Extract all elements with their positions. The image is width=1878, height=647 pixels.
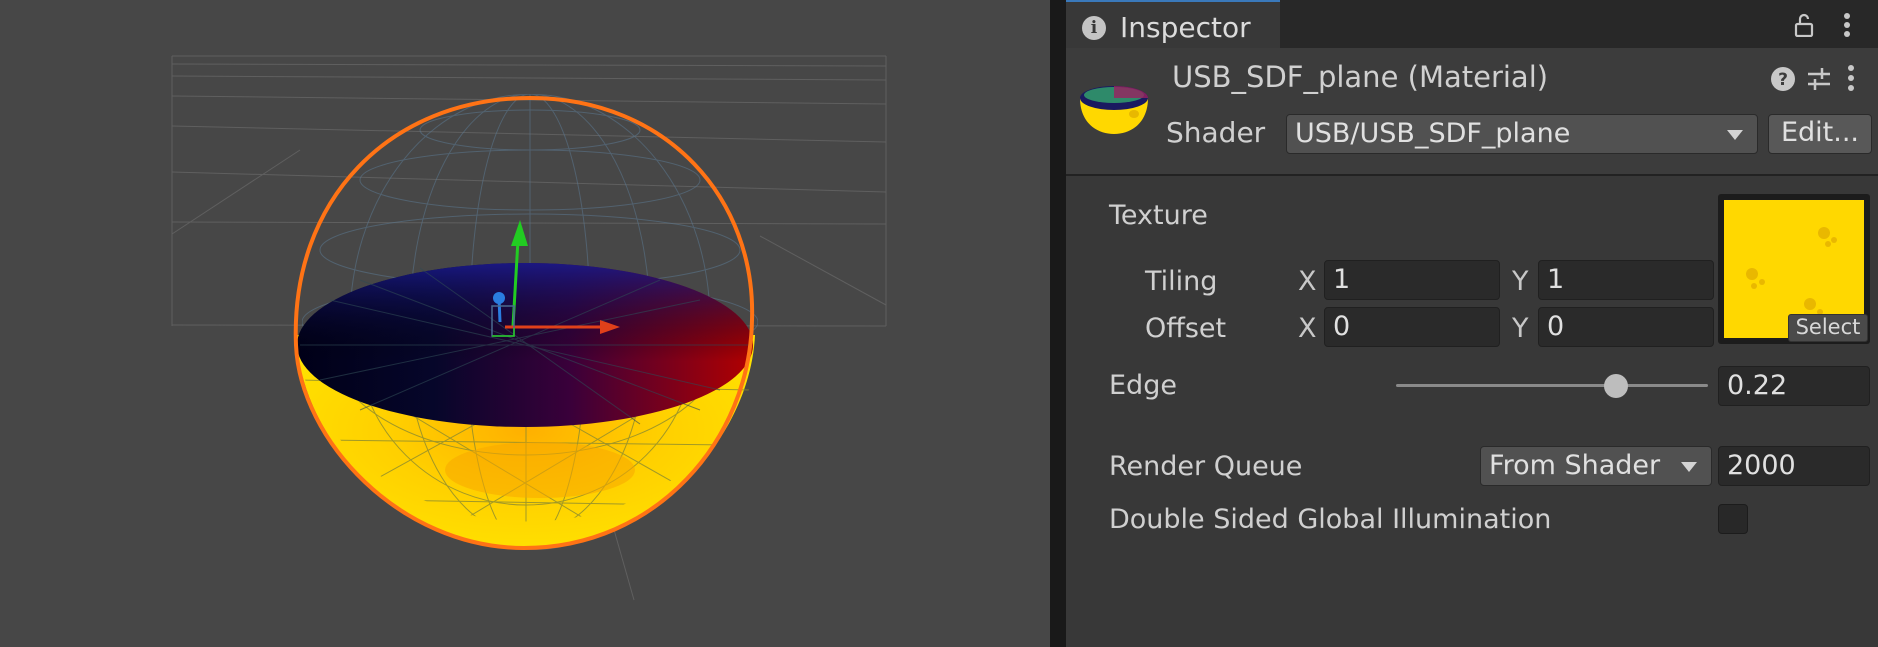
render-queue-mode: From Shader	[1489, 450, 1661, 481]
shader-label: Shader	[1166, 116, 1266, 149]
lock-icon[interactable]	[1794, 13, 1814, 37]
shader-value: USB/USB_SDF_plane	[1295, 118, 1571, 149]
edge-value: 0.22	[1727, 370, 1788, 401]
tab-bar: i Inspector	[1066, 0, 1878, 48]
offset-x-axis: X	[1298, 313, 1317, 344]
tiling-x-axis: X	[1298, 266, 1317, 297]
render-queue-value: 2000	[1727, 450, 1796, 481]
tiling-y-axis: Y	[1512, 266, 1529, 297]
tab-label: Inspector	[1120, 11, 1251, 44]
edge-label: Edge	[1109, 370, 1177, 401]
tiling-y-input[interactable]: 1	[1538, 260, 1714, 300]
offset-label: Offset	[1145, 313, 1227, 344]
offset-x-input[interactable]: 0	[1324, 307, 1500, 347]
tiling-x-value: 1	[1333, 264, 1351, 295]
texture-slot[interactable]: Select	[1718, 194, 1870, 344]
edit-shader-button[interactable]: Edit...	[1768, 114, 1872, 154]
shaded-cap	[297, 263, 753, 427]
render-queue-label: Render Queue	[1109, 451, 1303, 482]
scene-viewport[interactable]	[0, 0, 1050, 647]
tab-inspector[interactable]: i Inspector	[1066, 0, 1280, 48]
edge-value-input[interactable]: 0.22	[1718, 366, 1870, 406]
inspector-panel: i Inspector USB_SDF_plane (Material) ? S…	[1066, 0, 1878, 647]
offset-y-axis: Y	[1512, 313, 1529, 344]
help-icon[interactable]: ?	[1770, 66, 1796, 92]
svg-text:?: ?	[1778, 70, 1788, 90]
tiling-x-input[interactable]: 1	[1324, 260, 1500, 300]
kebab-menu-icon[interactable]	[1846, 64, 1856, 92]
texture-select-button[interactable]: Select	[1788, 314, 1868, 342]
info-icon: i	[1082, 16, 1106, 40]
edge-slider-thumb[interactable]	[1604, 374, 1628, 398]
dropdown-arrow-icon	[1727, 130, 1743, 140]
scene-view[interactable]	[0, 0, 1050, 647]
render-queue-dropdown[interactable]: From Shader	[1480, 446, 1712, 486]
material-header: USB_SDF_plane (Material) ? Shader USB/US…	[1066, 48, 1878, 176]
dropdown-arrow-icon	[1681, 462, 1697, 472]
shader-dropdown[interactable]: USB/USB_SDF_plane	[1286, 114, 1758, 154]
edge-slider-track[interactable]	[1396, 384, 1708, 387]
tiling-label: Tiling	[1145, 266, 1218, 297]
double-sided-gi-checkbox[interactable]	[1718, 504, 1748, 534]
kebab-menu-icon[interactable]	[1842, 12, 1852, 38]
material-preview-icon	[1080, 86, 1148, 134]
render-queue-input[interactable]: 2000	[1718, 446, 1870, 486]
offset-x-value: 0	[1333, 311, 1351, 342]
offset-y-input[interactable]: 0	[1538, 307, 1714, 347]
double-sided-gi-label: Double Sided Global Illumination	[1109, 504, 1552, 535]
texture-label: Texture	[1109, 200, 1208, 231]
tiling-y-value: 1	[1547, 264, 1565, 295]
material-title: USB_SDF_plane (Material)	[1172, 60, 1549, 94]
offset-y-value: 0	[1547, 311, 1565, 342]
panel-divider[interactable]	[1050, 0, 1066, 647]
preset-icon[interactable]	[1806, 66, 1832, 92]
